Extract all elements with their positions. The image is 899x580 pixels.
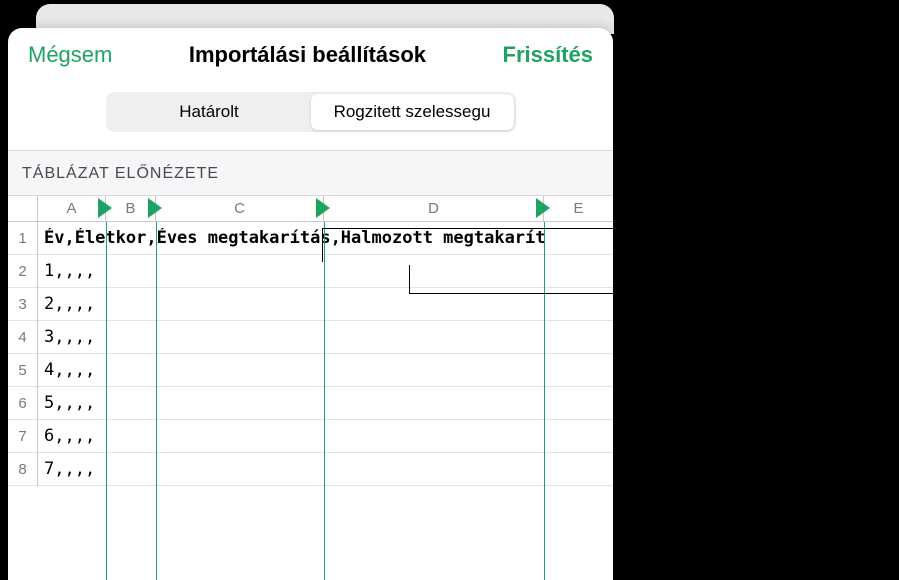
callouts: Húzza el az oszlopszélesség módosításáho… [630,130,890,325]
column-divider[interactable] [544,222,545,580]
row-number: 2 [8,255,38,288]
cancel-button[interactable]: Mégsem [28,42,112,68]
column-header-row: A B C D E [8,196,613,222]
preview-section-label: TÁBLÁZAT ELŐNÉZETE [8,150,613,196]
col-letter: D [428,200,439,217]
callout-leader [322,228,630,229]
data-rows: 1 Év,Életkor,Éves megtakarítás,Halmozott… [8,222,613,486]
segment-fixed-width[interactable]: Rogzitett szelessegu [311,94,514,130]
row-number: 3 [8,288,38,321]
table-preview: A B C D E 1 [8,196,613,486]
column-divider[interactable] [106,222,107,580]
modal-title: Importálási beállítások [189,42,426,68]
column-divider[interactable] [156,222,157,580]
callout-leader [409,293,630,294]
import-settings-modal: Mégsem Importálási beállítások Frissítés… [8,28,613,580]
col-letter: E [573,200,583,217]
row-number: 5 [8,354,38,387]
col-letter: A [66,200,76,217]
table-row: 1 Év,Életkor,Éves megtakarítás,Halmozott… [8,222,613,255]
column-resize-handle-icon[interactable] [148,198,162,218]
table-row: 5 4,,,, [8,354,613,387]
table-row: 2 1,,,, [8,255,613,288]
modal-header: Mégsem Importálási beállítások Frissítés [8,28,613,80]
row-content: 7,,,, [38,459,95,479]
layout-segmented-control[interactable]: Határolt Rogzitett szelessegu [106,92,516,132]
col-header-e[interactable]: E [544,196,613,221]
update-button[interactable]: Frissítés [503,42,594,68]
col-header-d[interactable]: D [324,196,544,221]
callout-drag: Húzza el az oszlopszélesség módosításáho… [630,130,890,216]
col-header-b[interactable]: B [106,196,156,221]
column-resize-handle-icon[interactable] [98,198,112,218]
row-number: 7 [8,420,38,453]
corner-spacer [8,196,38,221]
col-letter: C [234,200,245,217]
row-content: 4,,,, [38,360,95,380]
table-row: 7 6,,,, [8,420,613,453]
row-content: 6,,,, [38,426,95,446]
column-divider[interactable] [324,222,325,580]
callout-leader [409,265,410,293]
col-header-a[interactable]: A [38,196,106,221]
row-number: 4 [8,321,38,354]
callout-leader [322,228,323,262]
row-number: 6 [8,387,38,420]
column-resize-handle-icon[interactable] [536,198,550,218]
row-content: Év,Életkor,Éves megtakarítás,Halmozott m… [38,228,546,248]
column-resize-handle-icon[interactable] [316,198,330,218]
table-row: 6 5,,,, [8,387,613,420]
row-content: 2,,,, [38,294,95,314]
row-content: 1,,,, [38,261,95,281]
col-letter: B [125,200,135,217]
table-row: 8 7,,,, [8,453,613,486]
callout-tap: Koppintson ide egy új oszlop hozzáadásáh… [630,242,890,299]
table-row: 4 3,,,, [8,321,613,354]
col-header-c[interactable]: C [156,196,324,221]
row-content: 5,,,, [38,393,95,413]
segment-delimited[interactable]: Határolt [108,94,311,130]
row-number: 8 [8,453,38,486]
row-content: 3,,,, [38,327,95,347]
row-number: 1 [8,222,38,255]
